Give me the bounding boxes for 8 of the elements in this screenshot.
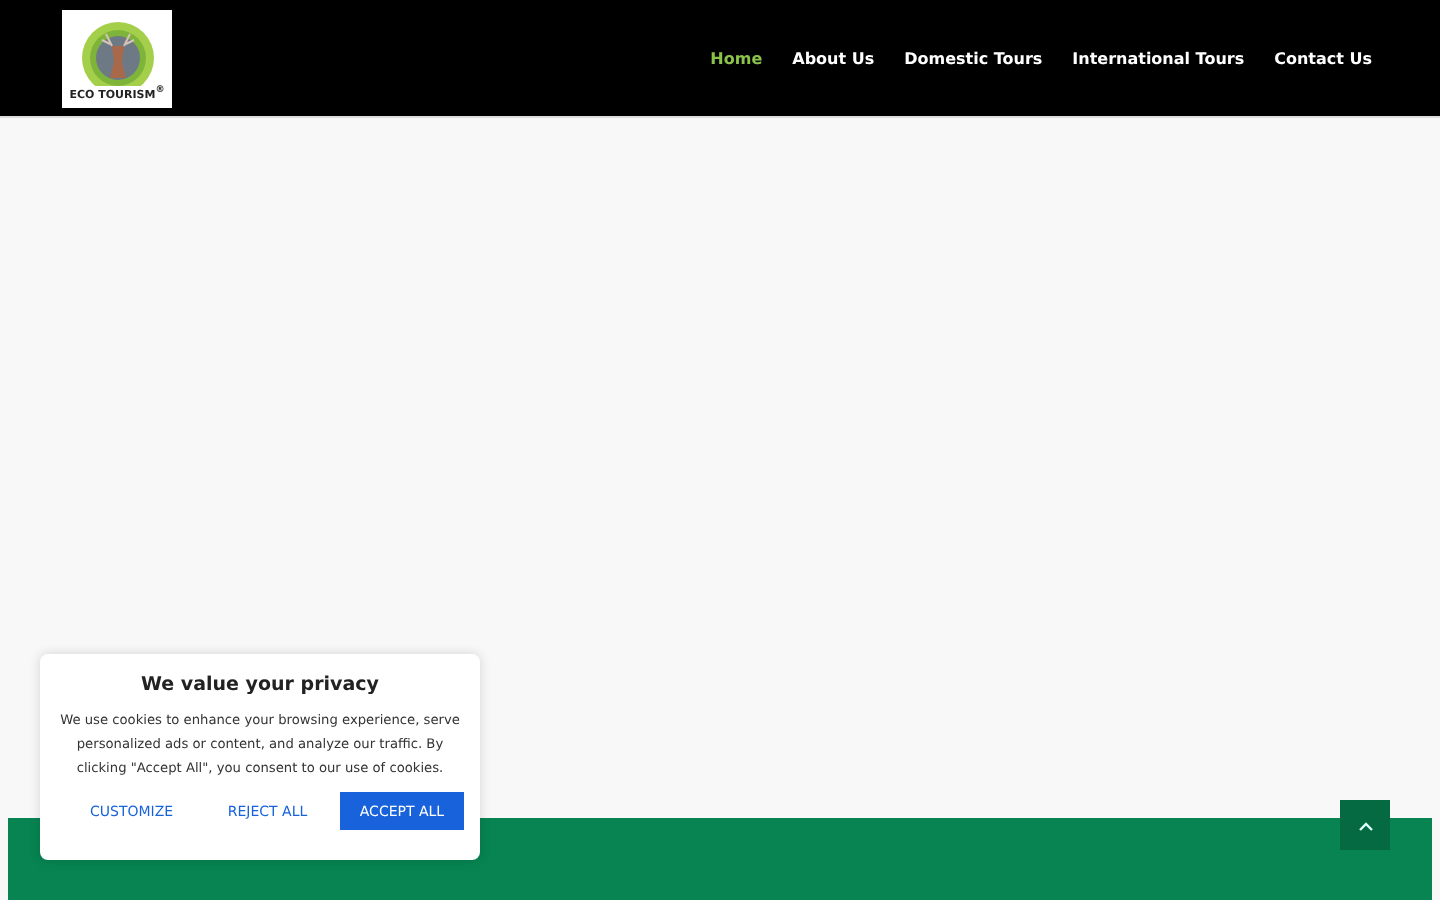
scroll-top-button[interactable]: [1340, 800, 1390, 850]
nav-link[interactable]: Contact Us: [1274, 49, 1372, 67]
nav-link[interactable]: International Tours: [1072, 49, 1245, 67]
caret-up-icon: [1357, 819, 1373, 831]
nav-link[interactable]: Domestic Tours: [904, 49, 1043, 67]
nav-link[interactable]: About Us: [792, 49, 875, 67]
nav-link[interactable]: Home: [710, 49, 763, 67]
cookie-title: We value your privacy: [139, 674, 381, 696]
